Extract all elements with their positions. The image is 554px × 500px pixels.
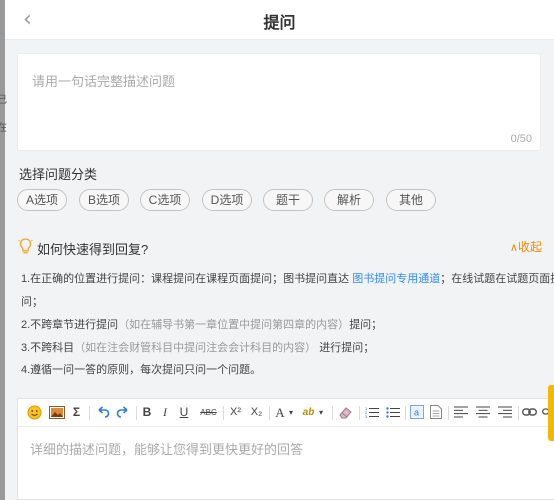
toolbar-separator	[223, 406, 224, 420]
category-option-b[interactable]: B选项	[79, 189, 129, 211]
dropdown-caret-icon[interactable]: ▾	[316, 404, 326, 421]
editor-placeholder[interactable]: 详细的描述问题，能够让您得到更快更好的回答	[30, 439, 303, 458]
tip-item-2: 2.不跨章节进行提问（如在辅导书第一章位置中提问第四章的内容）提问；	[21, 316, 382, 332]
toolbar-separator	[518, 406, 519, 420]
category-title: 选择问题分类	[19, 167, 98, 182]
strikethrough-button[interactable]: ABC	[199, 404, 218, 421]
highlight-button[interactable]: ab	[301, 404, 316, 421]
tip-item-1: 1.在正确的位置进行提问：课程提问在课程页面提问；图书提问直达 图书提问专用通道…	[21, 270, 554, 286]
bold-button[interactable]: B	[141, 404, 153, 421]
background-window-edge: 己 在	[0, 0, 7, 500]
align-left-icon[interactable]	[453, 404, 468, 421]
toolbar-separator	[332, 406, 333, 420]
italic-button[interactable]: I	[160, 404, 170, 421]
category-option-a[interactable]: A选项	[17, 189, 67, 211]
tip-text: ；在线试题在试题页面提	[440, 273, 554, 285]
tips-title: 如何快速得到回复?	[37, 242, 149, 257]
tip-item-1-cont: 问；	[21, 293, 43, 309]
tip-text: 3.不跨科目	[21, 342, 75, 354]
editor-toolbar: Σ B I U ABC X² X₂ A ▾ ab ▾ 123 a	[18, 399, 554, 427]
toolbar-separator	[448, 406, 449, 420]
unordered-list-icon[interactable]	[385, 404, 400, 421]
char-counter: 0/50	[510, 133, 532, 145]
tip-item-3: 3.不跨科目（如在注会财管科目中提问注会会计科目的内容） 进行提问；	[21, 339, 374, 355]
insert-letter-icon[interactable]: a	[409, 404, 424, 421]
toolbar-separator	[405, 406, 406, 420]
underline-button[interactable]: U	[178, 404, 190, 421]
rich-text-editor: Σ B I U ABC X² X₂ A ▾ ab ▾ 123 a 详细的描述问题…	[17, 398, 554, 500]
toolbar-separator	[89, 406, 90, 420]
category-option-analysis[interactable]: 解析	[324, 189, 374, 211]
book-question-link[interactable]: 图书提问专用通道	[352, 273, 440, 285]
header-bar: ‹ 提问	[5, 0, 554, 40]
question-placeholder: 请用一句话完整描述问题	[32, 74, 176, 89]
formula-icon[interactable]: Σ	[70, 404, 83, 421]
category-option-d[interactable]: D选项	[202, 189, 252, 211]
tip-text: 进行提问；	[319, 342, 375, 354]
chevron-up-icon: ∧	[509, 241, 518, 254]
align-right-icon[interactable]	[497, 404, 512, 421]
tip-text: 2.不跨章节进行提问	[21, 319, 119, 331]
page-title: 提问	[263, 15, 296, 32]
tip-text: 4.遵循一问一答的原则，每次提问只问一个问题。	[21, 364, 262, 376]
collapse-button[interactable]: ∧收起	[510, 238, 542, 255]
subscript-button[interactable]: X₂	[248, 404, 265, 421]
emoji-icon[interactable]	[26, 404, 43, 421]
category-option-c[interactable]: C选项	[140, 189, 190, 211]
toolbar-separator	[269, 406, 270, 420]
eraser-icon[interactable]	[337, 404, 354, 421]
dropdown-caret-icon[interactable]: ▾	[286, 404, 296, 421]
superscript-button[interactable]: X²	[227, 404, 244, 421]
image-icon[interactable]	[48, 404, 66, 421]
tip-text: 1.在正确的位置进行提问：课程提问在课程页面提问；图书提问直达	[21, 273, 350, 285]
lightbulb-icon	[18, 238, 33, 254]
tip-example: （如在辅导书第一章位置中提问第四章的内容）	[118, 319, 350, 331]
align-center-icon[interactable]	[475, 404, 490, 421]
undo-icon[interactable]	[95, 404, 110, 421]
tip-text: 问；	[21, 296, 43, 308]
ordered-list-icon[interactable]: 123	[364, 404, 379, 421]
svg-text:a: a	[414, 408, 419, 418]
category-option-other[interactable]: 其他	[386, 189, 436, 211]
svg-text:3: 3	[365, 414, 368, 419]
question-title-input[interactable]: 请用一句话完整描述问题 0/50	[17, 53, 541, 151]
tip-item-4: 4.遵循一问一答的原则，每次提问只问一个问题。	[21, 361, 261, 377]
toolbar-separator	[136, 406, 137, 420]
toolbar-separator	[359, 406, 360, 420]
tip-example: （如在注会财管科目中提问注会会计科目的内容）	[74, 342, 317, 354]
collapse-label: 收起	[517, 240, 542, 254]
link-icon[interactable]	[521, 404, 538, 421]
category-option-stem[interactable]: 题干	[263, 189, 313, 211]
side-floating-tab[interactable]	[548, 385, 554, 441]
font-color-button[interactable]: A	[274, 404, 286, 421]
redo-icon[interactable]	[115, 404, 130, 421]
tip-text: 提问；	[349, 319, 383, 331]
document-icon[interactable]	[429, 404, 442, 421]
